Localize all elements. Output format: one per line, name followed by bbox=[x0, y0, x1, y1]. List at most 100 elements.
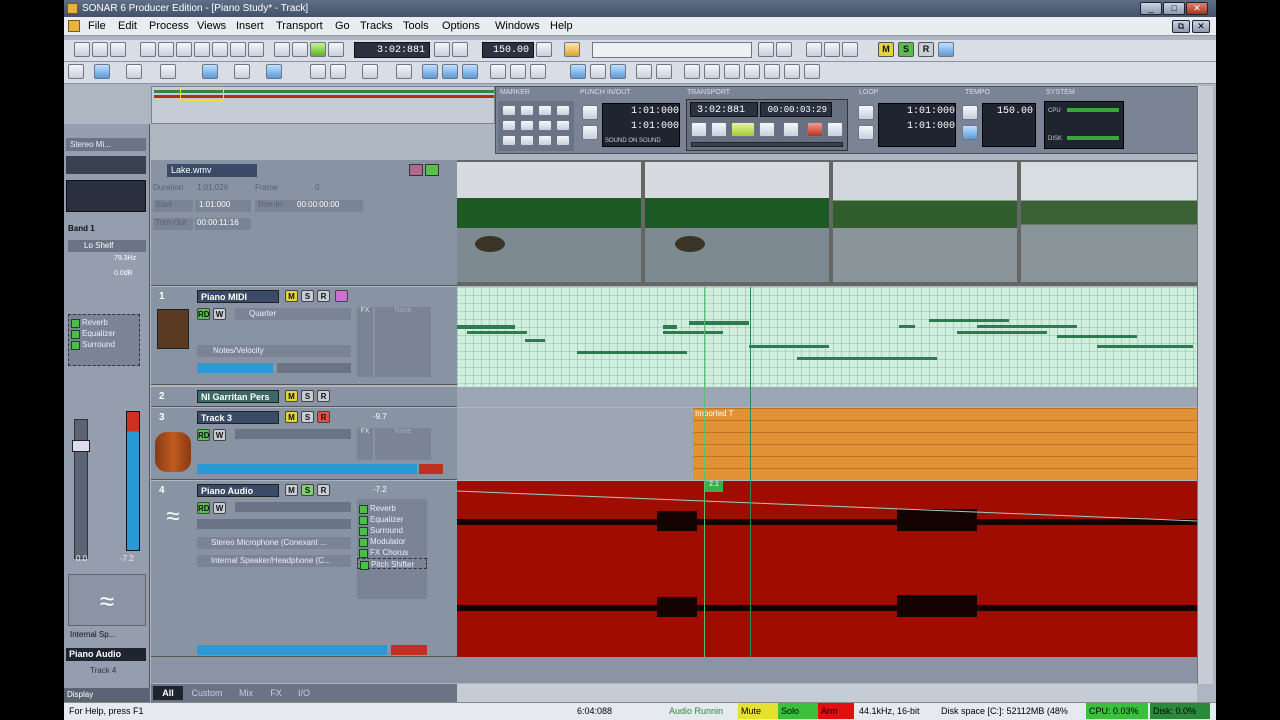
quantize-select[interactable]: Quarter bbox=[235, 308, 351, 320]
tool-icon[interactable] bbox=[310, 64, 326, 79]
marker-button[interactable] bbox=[502, 120, 516, 131]
view-icon[interactable] bbox=[140, 42, 156, 57]
edit-icon[interactable] bbox=[126, 64, 142, 79]
zoom-icon[interactable] bbox=[362, 64, 378, 79]
minimize-button[interactable]: _ bbox=[1140, 2, 1162, 15]
tool-icon[interactable] bbox=[570, 64, 586, 79]
fx-bin[interactable]: None bbox=[375, 428, 431, 460]
track-button[interactable] bbox=[335, 290, 348, 302]
tool-icon[interactable] bbox=[776, 42, 792, 57]
navigator[interactable] bbox=[151, 86, 495, 124]
trim-out-value[interactable]: 00:00:11:16 bbox=[195, 218, 251, 230]
tool-icon[interactable] bbox=[758, 42, 774, 57]
record-icon[interactable] bbox=[807, 122, 823, 137]
tool-icon[interactable] bbox=[704, 64, 720, 79]
pan-slider[interactable] bbox=[277, 363, 351, 373]
tool-icon[interactable] bbox=[530, 64, 546, 79]
tab-all[interactable]: All bbox=[153, 686, 183, 700]
pan-slider[interactable] bbox=[197, 519, 351, 529]
tool-icon[interactable] bbox=[510, 64, 526, 79]
write-button[interactable]: W bbox=[213, 308, 226, 320]
tool-icon[interactable] bbox=[636, 64, 652, 79]
inspector-track-name[interactable]: Piano Audio bbox=[66, 648, 146, 661]
tool-icon[interactable] bbox=[804, 64, 820, 79]
loop-icon[interactable] bbox=[783, 122, 799, 137]
mute-button[interactable]: M bbox=[285, 390, 298, 402]
punch-button[interactable] bbox=[582, 125, 598, 140]
fx-bin[interactable]: Reverb Equalizer Surround Modulator FX C… bbox=[357, 499, 427, 599]
menu-insert[interactable]: Insert bbox=[232, 19, 268, 34]
loop-button[interactable] bbox=[858, 125, 874, 140]
fx-item[interactable]: Equalizer bbox=[69, 328, 139, 339]
horizontal-scrollbar[interactable] bbox=[457, 684, 1197, 702]
volume-slider[interactable] bbox=[235, 429, 351, 439]
marker-dropdown[interactable] bbox=[592, 42, 752, 58]
tab-fx[interactable]: FX bbox=[263, 686, 289, 700]
mute-button[interactable]: M bbox=[285, 290, 298, 302]
tool-icon[interactable] bbox=[824, 42, 840, 57]
solo-button[interactable]: S bbox=[301, 411, 314, 423]
fx-item[interactable]: FX Chorus bbox=[357, 547, 427, 558]
snap-icon[interactable] bbox=[202, 64, 218, 79]
doc-close-button[interactable]: ✕ bbox=[1192, 20, 1210, 33]
metronome-icon[interactable] bbox=[564, 42, 580, 57]
rewind-icon[interactable] bbox=[274, 42, 290, 57]
rd-button[interactable]: RD bbox=[197, 308, 210, 320]
marker-button[interactable] bbox=[556, 120, 570, 131]
volume-fader[interactable] bbox=[72, 419, 90, 559]
tool-icon[interactable] bbox=[744, 64, 760, 79]
marker-button[interactable] bbox=[538, 120, 552, 131]
position-slider[interactable] bbox=[691, 142, 843, 147]
global-mute-button[interactable]: M bbox=[878, 42, 894, 57]
tab-mix[interactable]: Mix bbox=[231, 686, 261, 700]
marker-button[interactable] bbox=[556, 105, 570, 116]
view-icon[interactable] bbox=[158, 42, 174, 57]
tool-icon[interactable] bbox=[490, 64, 506, 79]
display-toggle[interactable]: Display bbox=[64, 688, 150, 702]
doc-restore-button[interactable]: ⧉ bbox=[1172, 20, 1190, 33]
navigator-viewport[interactable] bbox=[180, 87, 224, 101]
trim-in-value[interactable]: 00:00:00:00 bbox=[295, 200, 363, 212]
tool-icon[interactable] bbox=[784, 64, 800, 79]
tool-icon[interactable] bbox=[590, 64, 606, 79]
menu-tools[interactable]: Tools bbox=[399, 19, 433, 34]
select-icon[interactable] bbox=[94, 64, 110, 79]
view-icon[interactable] bbox=[230, 42, 246, 57]
audio-clip[interactable]: 2.1 bbox=[456, 481, 1198, 657]
grid-icon[interactable] bbox=[266, 64, 282, 79]
tempo-icon[interactable] bbox=[536, 42, 552, 57]
arm-button[interactable]: R bbox=[317, 484, 330, 496]
arm-button[interactable]: R bbox=[317, 290, 330, 302]
marker-button[interactable] bbox=[556, 135, 570, 146]
write-button[interactable]: W bbox=[213, 429, 226, 441]
punch-button[interactable] bbox=[582, 105, 598, 120]
eq-band[interactable]: Band 1 bbox=[68, 224, 95, 233]
save-icon[interactable] bbox=[110, 42, 126, 57]
volume-slider[interactable] bbox=[197, 363, 273, 373]
menu-options[interactable]: Options bbox=[438, 19, 484, 34]
vertical-scrollbar[interactable] bbox=[1197, 86, 1213, 684]
fx-item[interactable]: Reverb bbox=[357, 503, 427, 514]
menu-edit[interactable]: Edit bbox=[114, 19, 141, 34]
fast-forward-icon[interactable] bbox=[759, 122, 775, 137]
menu-process[interactable]: Process bbox=[145, 19, 193, 34]
midi-clip[interactable] bbox=[457, 287, 1197, 387]
loop-button[interactable] bbox=[858, 105, 874, 120]
fx-bin[interactable]: None bbox=[375, 307, 431, 377]
arm-button[interactable]: R bbox=[317, 390, 330, 402]
fader-knob[interactable] bbox=[72, 440, 90, 452]
arm-button[interactable]: R bbox=[317, 411, 330, 423]
inspector-fx-bin[interactable]: Reverb Equalizer Surround bbox=[68, 314, 140, 366]
video-button[interactable] bbox=[425, 164, 439, 176]
marker-button[interactable] bbox=[502, 135, 516, 146]
rewind-icon[interactable] bbox=[691, 122, 707, 137]
fx-item[interactable]: Reverb bbox=[69, 317, 139, 328]
track-name[interactable]: NI Garritan Pers bbox=[197, 390, 279, 403]
tool-icon[interactable] bbox=[724, 64, 740, 79]
input-select[interactable]: Stereo Microphone (Conexant ... bbox=[197, 537, 351, 549]
tool-icon[interactable] bbox=[656, 64, 672, 79]
tool-icon[interactable] bbox=[462, 64, 478, 79]
marker-button[interactable] bbox=[538, 135, 552, 146]
tool-icon[interactable] bbox=[330, 64, 346, 79]
marker-button[interactable] bbox=[538, 105, 552, 116]
